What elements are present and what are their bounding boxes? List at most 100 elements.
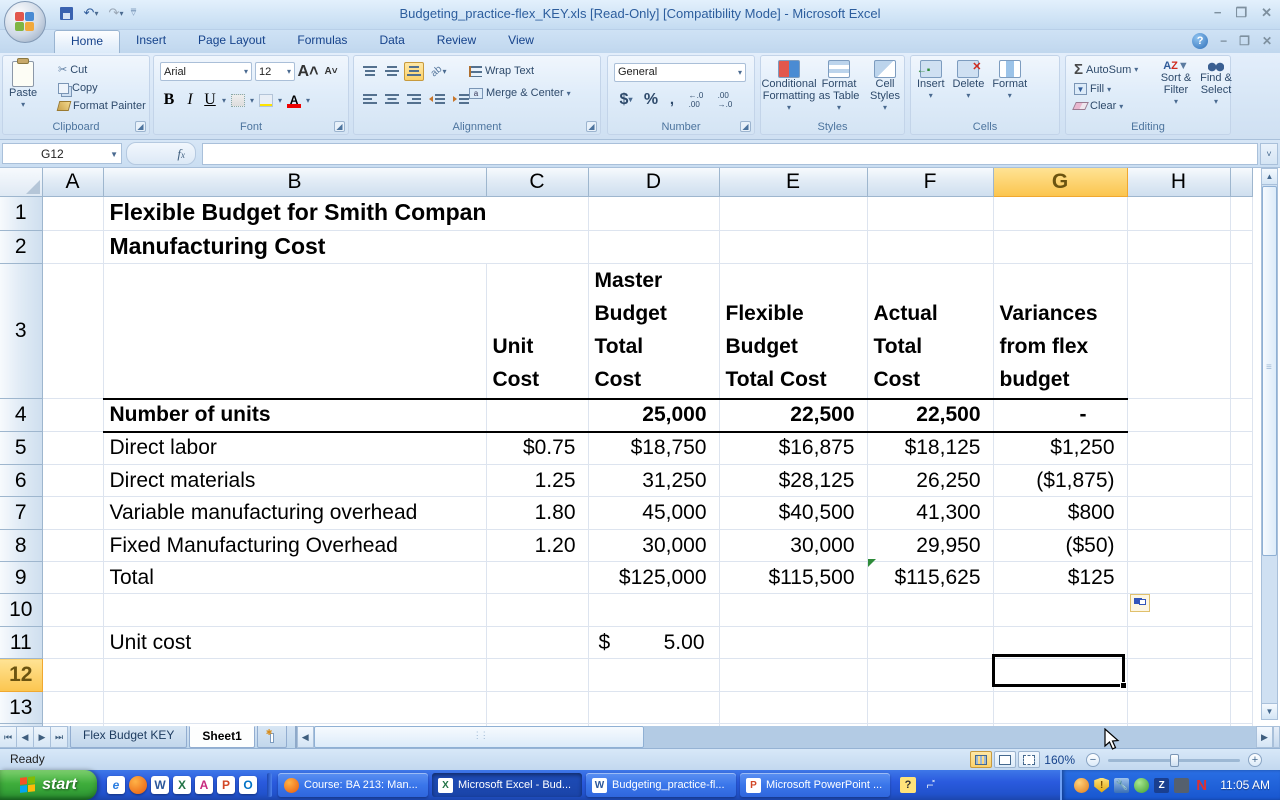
wrap-text-button[interactable]: Wrap Text [466,64,574,78]
cell-f9[interactable]: $115,625 [867,561,994,594]
cell-d5[interactable]: $18,750 [588,431,720,465]
next-sheet-button[interactable]: ▶ [34,726,51,748]
find-select-button[interactable]: Find & Select ▾ [1198,60,1234,108]
name-box-arrow[interactable]: ▼ [110,150,118,159]
task-button-powerpoint[interactable]: P Microsoft PowerPoint ... [740,773,890,797]
tray-shield-icon[interactable]: ! [1094,777,1110,793]
scroll-left-button[interactable]: ◀ [296,726,314,748]
zoom-level[interactable]: 160% [1044,753,1075,767]
cell-f5[interactable]: $18,125 [867,431,994,465]
cell-b6[interactable]: Direct materials [103,464,487,497]
cell-c3[interactable]: Unit Cost [486,263,589,400]
active-cell-selection[interactable] [992,654,1127,689]
cell-f4[interactable]: 22,500 [867,398,994,433]
row-header-4[interactable]: 4 [0,398,43,432]
horizontal-scroll-track[interactable] [643,726,1256,748]
cell-c7[interactable]: 1.80 [486,496,589,530]
bold-button[interactable]: B [160,90,178,110]
font-name-combo[interactable]: Arial ▾ [160,62,252,81]
increase-decimal-button[interactable]: ←.0.00 [683,90,709,109]
cell-d6[interactable]: 31,250 [588,464,720,497]
number-dialog-launcher[interactable]: ◢ [740,121,751,132]
insert-function-button[interactable]: fx [126,142,196,165]
underline-button[interactable]: U [202,90,218,110]
first-sheet-button[interactable]: ⏮ [0,726,17,748]
shrink-font-button[interactable]: A˅ [321,62,341,81]
cell-b4[interactable]: Number of units [103,398,487,433]
scroll-down-button[interactable]: ▼ [1262,703,1277,719]
last-sheet-button[interactable]: ⏭ [51,726,68,748]
vertical-scroll-thumb[interactable] [1262,186,1277,556]
cell-e4[interactable]: 22,500 [719,398,868,433]
doc-close-button[interactable]: ✕ [1262,34,1272,48]
accounting-format-button[interactable]: $ ▾ [614,90,638,109]
cell-g3[interactable]: Variances from flex budget [993,263,1128,400]
tab-page-layout[interactable]: Page Layout [182,30,281,53]
font-color-arrow[interactable]: ▾ [306,96,310,105]
autosum-button[interactable]: Σ AutoSum ▾ [1071,60,1141,79]
cell-b5[interactable]: Direct labor [103,431,487,465]
borders-arrow[interactable]: ▾ [250,96,254,105]
cell-d7[interactable]: 45,000 [588,496,720,530]
fill-button[interactable]: ▼ Fill ▾ [1071,82,1141,96]
align-center-button[interactable] [382,90,402,109]
fill-handle[interactable] [1120,682,1127,689]
select-all-corner[interactable] [0,168,43,197]
scrollbar-split-handle[interactable] [1273,726,1280,748]
font-size-combo[interactable]: 12 ▾ [255,62,295,81]
powerpoint-quicklaunch-icon[interactable]: P [217,776,235,794]
cell-b11[interactable]: Unit cost [103,626,487,659]
col-header-b[interactable]: B [103,168,487,197]
prev-sheet-button[interactable]: ◀ [17,726,34,748]
tab-view[interactable]: View [492,30,550,53]
cell-d3[interactable]: Master Budget Total Cost [588,263,720,400]
underline-arrow[interactable]: ▾ [222,96,226,105]
help-icon[interactable]: ? [1192,33,1209,49]
cell-styles-button[interactable]: Cell Styles ▾ [865,60,905,114]
sheet-tab-sheet1[interactable]: Sheet1 [189,726,255,748]
cell-d4[interactable]: 25,000 [588,398,720,433]
cell-b7[interactable]: Variable manufacturing overhead [103,496,487,530]
cell-c8[interactable]: 1.20 [486,529,589,562]
decrease-decimal-button[interactable]: .00 →.0 [712,90,738,109]
row-header-2[interactable]: 2 [0,230,43,264]
col-header-c[interactable]: C [486,168,589,197]
format-cells-button[interactable]: Format ▾ [992,60,1027,102]
zoom-slider[interactable] [1108,754,1240,767]
tab-formulas[interactable]: Formulas [281,30,363,53]
font-dialog-launcher[interactable]: ◢ [334,121,345,132]
cell-e8[interactable]: 30,000 [719,529,868,562]
tray-tool-icon[interactable]: 🔧 [1114,777,1130,793]
col-header-d[interactable]: D [588,168,720,197]
scroll-up-button[interactable]: ▲ [1262,169,1277,185]
conditional-formatting-button[interactable]: Conditional Formatting ▾ [761,60,817,114]
cell-g7[interactable]: $800 [993,496,1128,530]
cell-b2[interactable]: Manufacturing Cost [103,230,486,264]
fill-color-arrow[interactable]: ▾ [278,96,282,105]
decrease-indent-button[interactable] [426,90,448,109]
align-left-button[interactable] [360,90,380,109]
tab-home[interactable]: Home [54,30,121,53]
cell-e9[interactable]: $115,500 [719,561,868,594]
insert-cells-button[interactable]: ←▪ Insert ▾ [917,60,945,102]
cell-f8[interactable]: 29,950 [867,529,994,562]
row-header-10[interactable]: 10 [0,593,43,627]
bottom-align-button[interactable] [404,62,424,81]
orientation-button[interactable]: ab ▾ [426,62,452,81]
cell-e5[interactable]: $16,875 [719,431,868,465]
tab-data[interactable]: Data [363,30,420,53]
zoom-in-button[interactable]: + [1248,753,1262,767]
scroll-right-button[interactable]: ▶ [1256,726,1273,748]
middle-align-button[interactable] [382,62,402,81]
col-header-f[interactable]: F [867,168,994,197]
tab-insert[interactable]: Insert [120,30,182,53]
office-button[interactable] [4,1,46,43]
ie-quicklaunch-icon[interactable]: e [107,776,125,794]
tray-icon-green[interactable] [1134,777,1150,793]
task-button-firefox[interactable]: Course: BA 213: Man... [278,773,428,797]
horizontal-scrollbar[interactable]: ◀ ▶ [294,726,1280,748]
number-format-combo[interactable]: General ▾ [614,62,746,82]
horizontal-scroll-thumb[interactable] [313,726,644,748]
fill-color-button[interactable] [258,93,274,108]
col-header-a[interactable]: A [42,168,104,197]
